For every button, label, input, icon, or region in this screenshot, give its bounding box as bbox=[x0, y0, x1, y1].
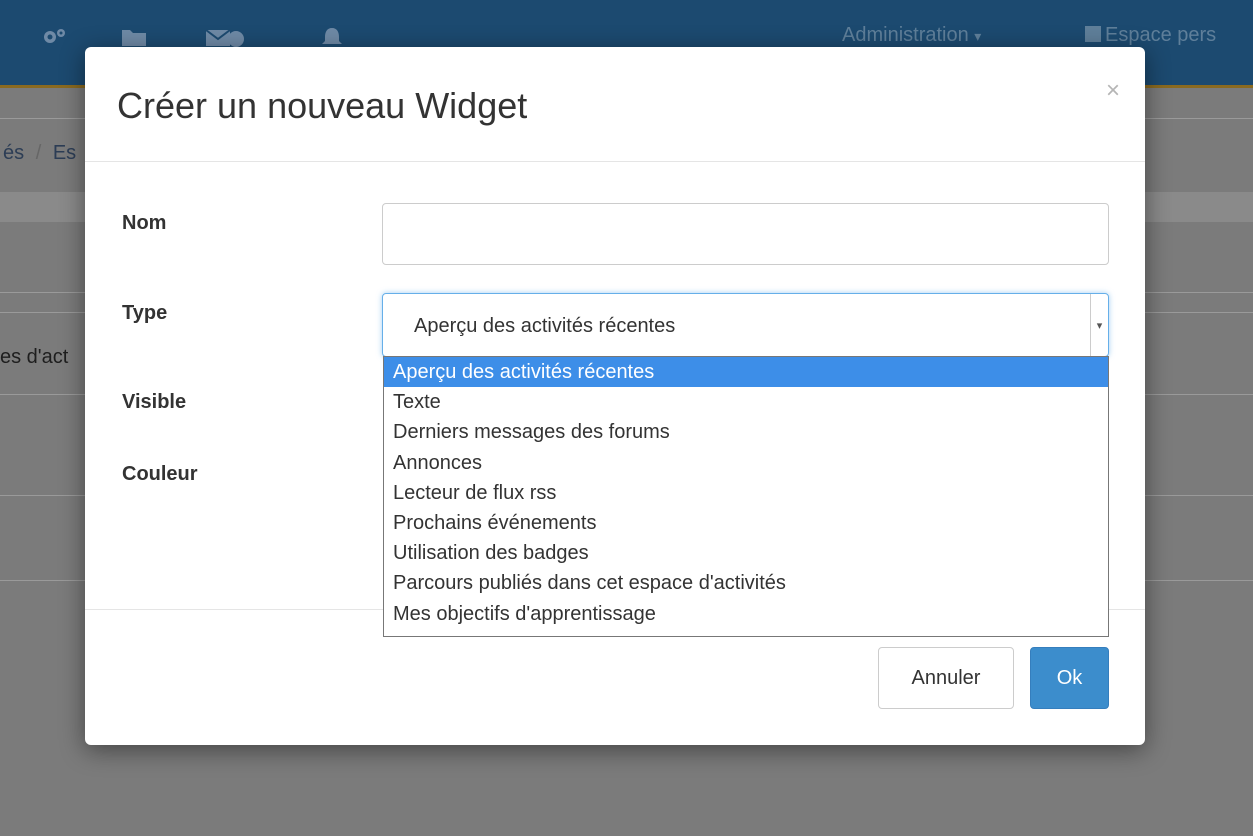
chevron-down-icon[interactable]: ▾ bbox=[1090, 294, 1108, 356]
type-option[interactable]: Annonces bbox=[384, 448, 1108, 478]
book-icon bbox=[1085, 26, 1101, 42]
bg-partial-text: es d'act bbox=[0, 346, 69, 368]
color-label: Couleur bbox=[122, 463, 198, 485]
type-select[interactable]: Aperçu des activités récentes ▾ bbox=[382, 293, 1109, 357]
create-widget-modal: Créer un nouveau Widget × Nom Type Aperç… bbox=[85, 47, 1145, 745]
type-option[interactable]: Texte bbox=[384, 387, 1108, 417]
administration-menu[interactable]: Administration ▾ bbox=[842, 24, 981, 47]
personal-space-link[interactable]: Espace pers bbox=[1085, 24, 1216, 47]
type-option[interactable]: Parcours publiés dans cet espace d'activ… bbox=[384, 568, 1108, 598]
type-option[interactable]: Prochains événements bbox=[384, 508, 1108, 538]
name-label: Nom bbox=[122, 212, 167, 234]
type-option[interactable]: Aperçu des activités récentes bbox=[384, 357, 1108, 388]
type-option[interactable]: Lecteur de flux rss bbox=[384, 478, 1108, 508]
cancel-button[interactable]: Annuler bbox=[878, 647, 1014, 709]
type-select-value: Aperçu des activités récentes bbox=[414, 315, 676, 337]
modal-title: Créer un nouveau Widget bbox=[117, 85, 528, 126]
breadcrumb-item[interactable]: Es bbox=[53, 142, 76, 164]
close-icon[interactable]: × bbox=[1106, 77, 1120, 105]
breadcrumb-separator: / bbox=[35, 142, 42, 164]
breadcrumb-item[interactable]: és bbox=[3, 142, 24, 164]
type-option[interactable]: Mes objectifs d'apprentissage bbox=[384, 599, 1108, 629]
ok-button[interactable]: Ok bbox=[1030, 647, 1109, 709]
type-option[interactable]: Utilisation des badges bbox=[384, 538, 1108, 568]
bell-icon[interactable] bbox=[318, 26, 346, 48]
name-input[interactable] bbox=[382, 203, 1109, 265]
envelope-icon[interactable] bbox=[205, 26, 245, 48]
folder-icon[interactable] bbox=[120, 26, 148, 48]
cogs-icon[interactable] bbox=[40, 26, 68, 48]
administration-label: Administration bbox=[842, 24, 969, 46]
type-option[interactable]: Derniers messages des forums bbox=[384, 417, 1108, 447]
modal-header: Créer un nouveau Widget × bbox=[85, 47, 1145, 162]
personal-space-label: Espace pers bbox=[1105, 24, 1217, 46]
visible-label: Visible bbox=[122, 391, 187, 413]
breadcrumb: és / Es bbox=[3, 142, 76, 165]
chevron-down-icon: ▾ bbox=[974, 28, 982, 44]
type-dropdown-list: Aperçu des activités récentes Texte Dern… bbox=[383, 356, 1109, 637]
type-label: Type bbox=[122, 302, 168, 324]
